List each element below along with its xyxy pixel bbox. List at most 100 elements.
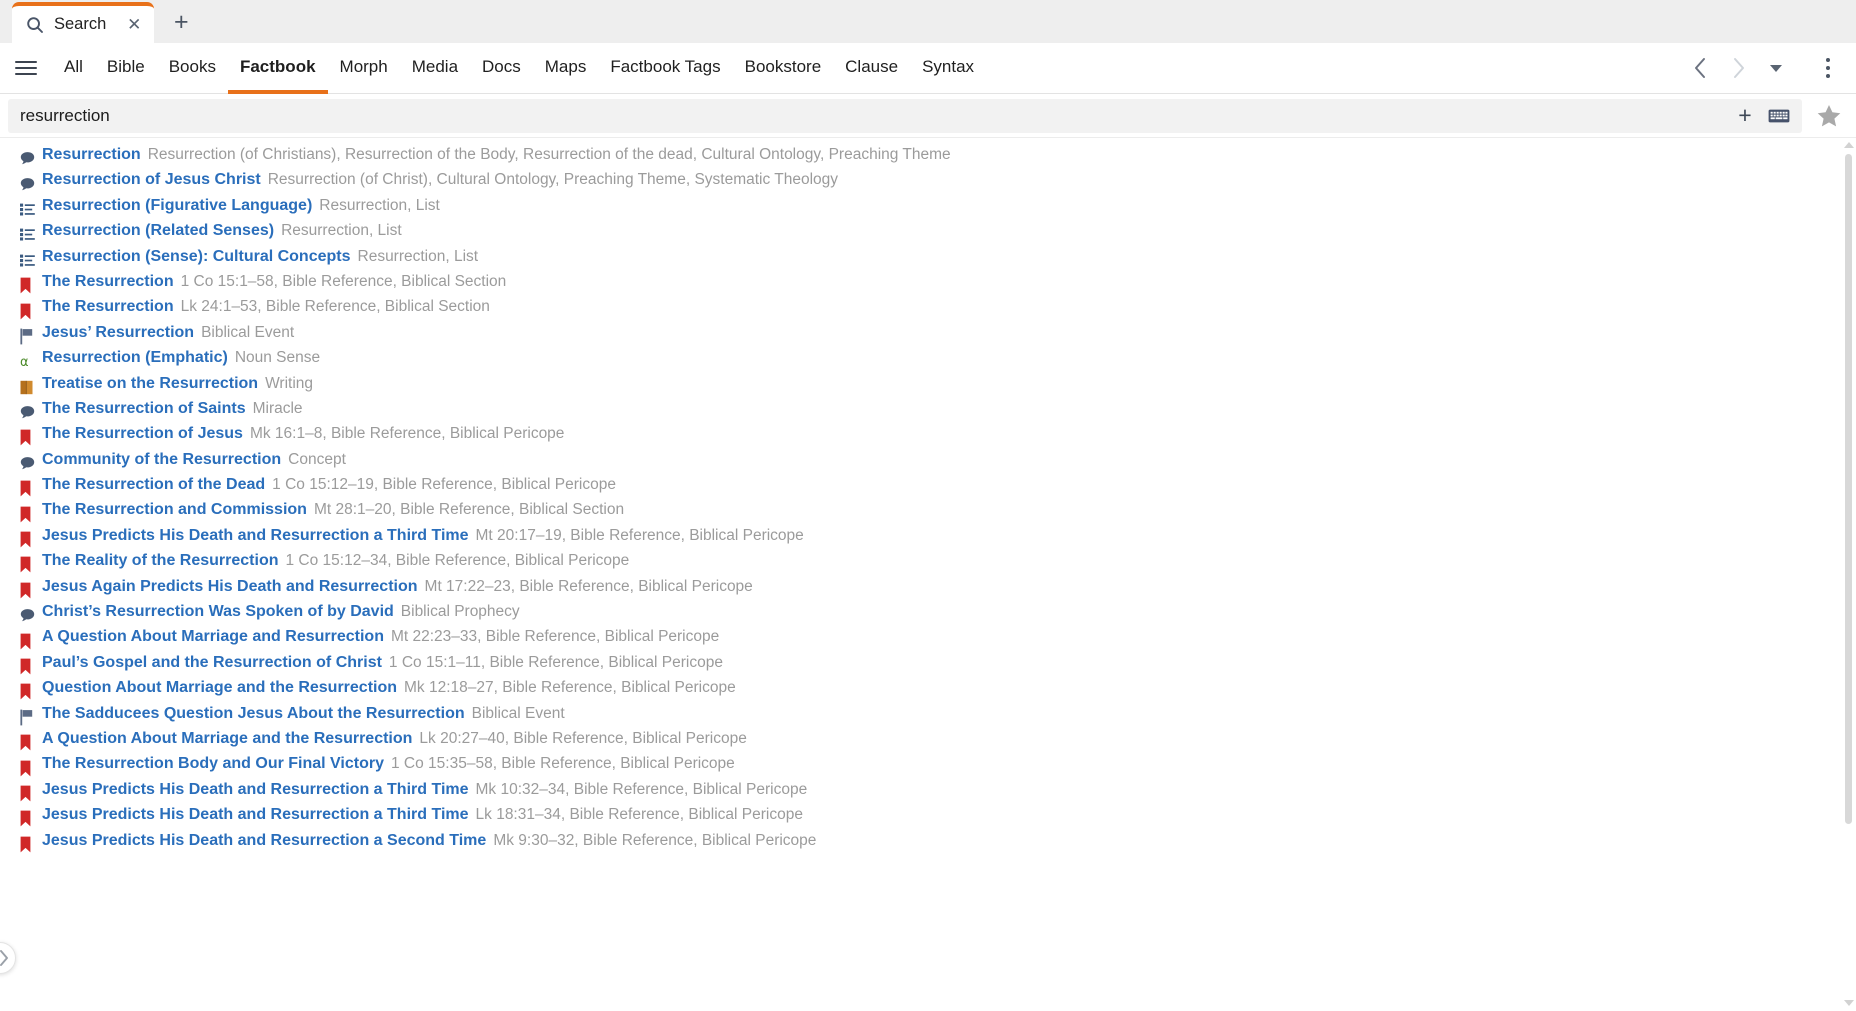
- result-meta: Mt 28:1–20, Bible Reference, Biblical Se…: [313, 501, 625, 519]
- result-row[interactable]: Paul’s Gospel and the Resurrection of Ch…: [0, 654, 1856, 679]
- result-title[interactable]: The Sadducees Question Jesus About the R…: [42, 705, 465, 723]
- vertical-scrollbar[interactable]: [1841, 138, 1856, 1010]
- result-row[interactable]: Community of the Resurrection Concept: [0, 451, 1856, 476]
- result-meta: Mk 9:30–32, Bible Reference, Biblical Pe…: [493, 831, 817, 849]
- result-row[interactable]: Jesus’ Resurrection Biblical Event: [0, 324, 1856, 349]
- flag-icon: [20, 324, 42, 349]
- result-title[interactable]: The Resurrection and Commission: [42, 501, 307, 519]
- nav-item-morph[interactable]: Morph: [328, 43, 400, 94]
- result-title[interactable]: Question About Marriage and the Resurrec…: [42, 679, 397, 697]
- result-title[interactable]: The Resurrection: [42, 298, 174, 316]
- result-title[interactable]: Jesus’ Resurrection: [42, 324, 194, 342]
- result-row[interactable]: The Sadducees Question Jesus About the R…: [0, 705, 1856, 730]
- history-dropdown-button[interactable]: [1758, 50, 1794, 86]
- result-row[interactable]: The Resurrection Lk 24:1–53, Bible Refere…: [0, 298, 1856, 323]
- hamburger-icon[interactable]: [0, 43, 52, 93]
- result-row[interactable]: A Question About Marriage and the Resurr…: [0, 730, 1856, 755]
- result-row[interactable]: The Resurrection Body and Our Final Vict…: [0, 755, 1856, 780]
- search-bar: +: [0, 94, 1856, 138]
- result-row[interactable]: Resurrection Resurrection (of Christians)…: [0, 146, 1856, 171]
- browser-tab-search[interactable]: Search ✕: [12, 2, 155, 43]
- nav-item-factbook[interactable]: Factbook: [227, 43, 328, 94]
- result-title[interactable]: The Resurrection Body and Our Final Vict…: [42, 755, 384, 773]
- result-row[interactable]: Jesus Predicts His Death and Resurrectio…: [0, 806, 1856, 831]
- result-title[interactable]: The Reality of the Resurrection: [42, 552, 279, 570]
- result-row[interactable]: Jesus Predicts His Death and Resurrectio…: [0, 832, 1856, 857]
- tab-strip: Search ✕ +: [0, 0, 1856, 43]
- result-title[interactable]: Resurrection (Related Senses): [42, 222, 274, 240]
- forward-button[interactable]: [1720, 50, 1756, 86]
- result-row[interactable]: Question About Marriage and the Resurrec…: [0, 679, 1856, 704]
- result-title[interactable]: A Question About Marriage and Resurrecti…: [42, 628, 384, 646]
- nav-item-books[interactable]: Books: [157, 43, 228, 94]
- result-row[interactable]: The Resurrection of the Dead 1 Co 15:12–1…: [0, 476, 1856, 501]
- result-title[interactable]: Jesus Predicts His Death and Resurrectio…: [42, 527, 469, 545]
- back-button[interactable]: [1682, 50, 1718, 86]
- result-title[interactable]: The Resurrection: [42, 273, 174, 291]
- nav-item-media[interactable]: Media: [400, 43, 470, 94]
- result-title[interactable]: The Resurrection of Jesus: [42, 425, 243, 443]
- result-meta: Resurrection, List: [281, 222, 402, 240]
- result-title[interactable]: Resurrection (Sense): Cultural Concepts: [42, 248, 351, 266]
- nav-item-docs[interactable]: Docs: [470, 43, 533, 94]
- scrollbar-thumb[interactable]: [1845, 154, 1852, 824]
- result-row[interactable]: Resurrection of Jesus Christ Resurrection…: [0, 171, 1856, 196]
- result-title[interactable]: Jesus Again Predicts His Death and Resur…: [42, 578, 418, 596]
- result-title[interactable]: Community of the Resurrection: [42, 451, 281, 469]
- result-title[interactable]: Resurrection: [42, 146, 141, 164]
- result-title[interactable]: A Question About Marriage and the Resurr…: [42, 730, 412, 748]
- overflow-menu-button[interactable]: [1810, 50, 1846, 86]
- bookmark-icon: [20, 578, 42, 603]
- result-row[interactable]: Resurrection (Related Senses) Resurrectio…: [0, 222, 1856, 247]
- result-row[interactable]: Jesus Predicts His Death and Resurrectio…: [0, 527, 1856, 552]
- result-row[interactable]: The Resurrection and Commission Mt 28:1–2…: [0, 501, 1856, 526]
- caret-down-icon[interactable]: [1843, 1000, 1854, 1006]
- search-field[interactable]: +: [8, 98, 1802, 133]
- nav-item-bible[interactable]: Bible: [95, 43, 157, 94]
- nav-item-factbook-tags[interactable]: Factbook Tags: [598, 43, 732, 94]
- nav-item-bookstore[interactable]: Bookstore: [733, 43, 834, 94]
- nav-item-label: Bible: [106, 56, 145, 76]
- panel-expander-button[interactable]: [0, 942, 16, 974]
- result-row[interactable]: A Question About Marriage and Resurrecti…: [0, 628, 1856, 653]
- close-icon[interactable]: ✕: [124, 15, 144, 35]
- result-row[interactable]: α Resurrection (Emphatic) Noun Sense: [0, 349, 1856, 374]
- favorite-button[interactable]: [1812, 99, 1846, 133]
- result-title[interactable]: Treatise on the Resurrection: [42, 375, 258, 393]
- result-title[interactable]: The Resurrection of Saints: [42, 400, 246, 418]
- result-row[interactable]: The Resurrection 1 Co 15:1–58, Bible Refe…: [0, 273, 1856, 298]
- result-row[interactable]: The Resurrection of Saints Miracle: [0, 400, 1856, 425]
- speech-bubble-icon: [20, 451, 42, 476]
- result-row[interactable]: Treatise on the Resurrection Writing: [0, 375, 1856, 400]
- result-title[interactable]: Resurrection (Emphatic): [42, 349, 228, 367]
- result-title[interactable]: Paul’s Gospel and the Resurrection of Ch…: [42, 654, 382, 672]
- result-row[interactable]: Resurrection (Sense): Cultural Concepts R…: [0, 248, 1856, 273]
- result-title[interactable]: Jesus Predicts His Death and Resurrectio…: [42, 806, 469, 824]
- result-title[interactable]: Resurrection of Jesus Christ: [42, 171, 261, 189]
- nav-item-syntax[interactable]: Syntax: [910, 43, 986, 94]
- search-input[interactable]: [20, 98, 1726, 133]
- result-row[interactable]: Jesus Again Predicts His Death and Resur…: [0, 578, 1856, 603]
- caret-up-icon[interactable]: [1843, 142, 1854, 148]
- add-search-button[interactable]: +: [1730, 101, 1760, 131]
- result-meta: Mt 17:22–23, Bible Reference, Biblical P…: [424, 577, 753, 595]
- new-tab-button[interactable]: +: [164, 5, 198, 39]
- result-title[interactable]: Resurrection (Figurative Language): [42, 197, 312, 215]
- result-row[interactable]: Resurrection (Figurative Language) Resurr…: [0, 197, 1856, 222]
- result-row[interactable]: Jesus Predicts His Death and Resurrectio…: [0, 781, 1856, 806]
- nav-item-maps[interactable]: Maps: [533, 43, 599, 94]
- nav-item-clause[interactable]: Clause: [833, 43, 910, 94]
- result-title[interactable]: The Resurrection of the Dead: [42, 476, 265, 494]
- bookmark-icon: [20, 298, 42, 323]
- result-title[interactable]: Christ’s Resurrection Was Spoken of by D…: [42, 603, 394, 621]
- result-title[interactable]: Jesus Predicts His Death and Resurrectio…: [42, 832, 486, 850]
- scrollbar-track[interactable]: [1841, 152, 1856, 996]
- result-title[interactable]: Jesus Predicts His Death and Resurrectio…: [42, 781, 469, 799]
- result-row[interactable]: The Resurrection of Jesus Mk 16:1–8, Bibl…: [0, 425, 1856, 450]
- tab-label: Search: [54, 15, 107, 33]
- result-row[interactable]: The Reality of the Resurrection 1 Co 15:1…: [0, 552, 1856, 577]
- virtual-keyboard-button[interactable]: [1764, 101, 1794, 131]
- list-icon: [20, 197, 42, 222]
- result-row[interactable]: Christ’s Resurrection Was Spoken of by D…: [0, 603, 1856, 628]
- nav-item-all[interactable]: All: [52, 43, 95, 94]
